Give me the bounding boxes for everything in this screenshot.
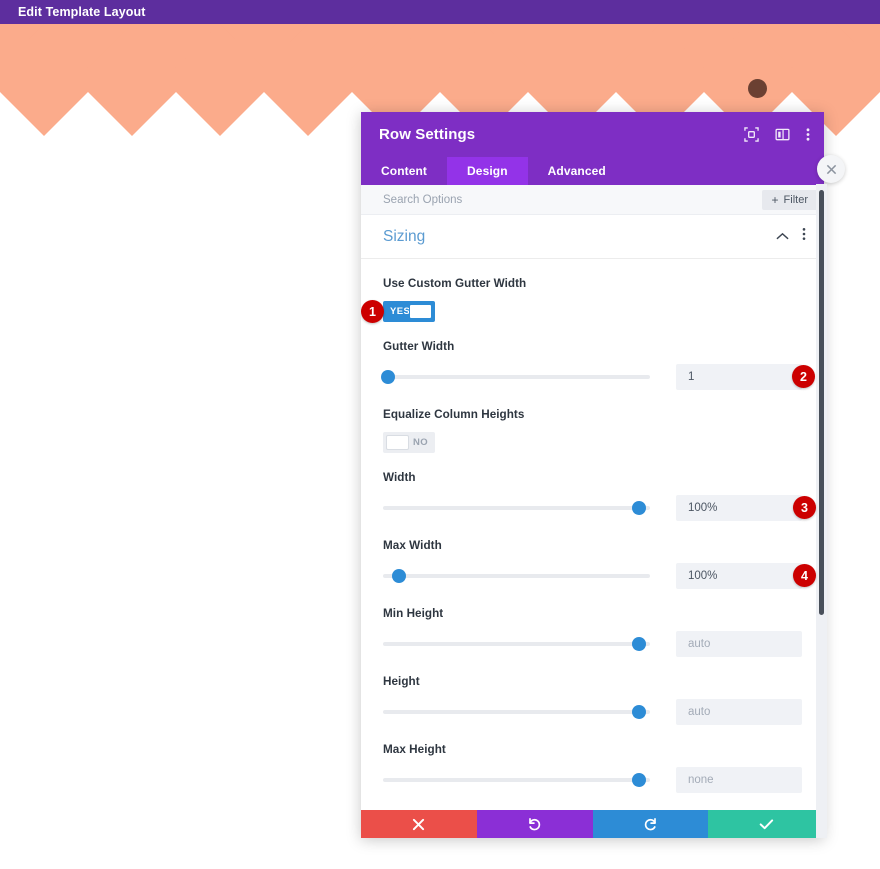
check-icon — [759, 818, 773, 829]
field-height: Height auto — [383, 675, 802, 725]
toggle-knob — [409, 304, 432, 319]
step-badge-4: 4 — [793, 564, 816, 587]
field-equalize-column-heights: Equalize Column Heights NO — [383, 408, 802, 453]
save-button[interactable] — [708, 810, 824, 838]
close-icon — [826, 164, 836, 174]
value-input-min-height[interactable]: auto — [676, 631, 802, 657]
admin-bar-title: Edit Template Layout — [18, 5, 146, 19]
screen: Edit Template Layout Row Settings Conten… — [0, 0, 880, 869]
admin-bar: Edit Template Layout — [0, 0, 880, 24]
step-badge-2: 2 — [792, 365, 815, 388]
toggle-label: YES — [390, 306, 411, 317]
slider-track — [383, 506, 650, 510]
slider-max-width[interactable] — [383, 567, 650, 585]
field-label: Gutter Width — [383, 340, 455, 353]
toggle-knob — [386, 435, 409, 450]
filter-button[interactable]: + Filter — [761, 189, 818, 210]
chevron-up-icon[interactable] — [776, 228, 789, 246]
step-badge-1: 1 — [361, 300, 384, 323]
field-width: Width 100% 3 — [383, 471, 816, 521]
search-bar: + Filter — [361, 185, 824, 215]
slider-handle[interactable] — [381, 370, 396, 384]
toggle-equalize-column-heights[interactable]: NO — [383, 432, 435, 453]
undo-button[interactable] — [476, 810, 593, 838]
slider-track — [383, 574, 650, 578]
value-input-width[interactable]: 100% — [676, 495, 802, 521]
undo-icon — [529, 817, 541, 830]
slider-handle[interactable] — [632, 637, 647, 651]
field-label: Use Custom Gutter Width — [383, 277, 527, 290]
slider-handle[interactable] — [632, 705, 647, 719]
redo-button[interactable] — [592, 810, 709, 838]
slider-handle[interactable] — [392, 569, 407, 583]
layout-view-icon[interactable] — [775, 127, 790, 142]
scrollbar-thumb[interactable] — [819, 190, 824, 615]
options-scroll-area[interactable]: Sizing Use Custom Gutter Width YES 1 Gut… — [361, 215, 824, 833]
tab-advanced[interactable]: Advanced — [528, 157, 626, 185]
toggle-label: NO — [413, 437, 429, 448]
filter-button-label: Filter — [783, 193, 808, 206]
modal-body: Sizing Use Custom Gutter Width YES 1 Gut… — [361, 215, 824, 833]
hero-dot-icon — [748, 79, 767, 98]
field-min-height: Min Height auto — [383, 607, 802, 657]
step-badge-3: 3 — [793, 496, 816, 519]
tab-design[interactable]: Design — [447, 157, 528, 185]
action-bar — [361, 810, 824, 838]
field-label: Height — [383, 675, 420, 688]
slider-track — [383, 375, 650, 379]
close-circle-icon[interactable] — [817, 155, 845, 183]
slider-max-height[interactable] — [383, 771, 650, 789]
sizing-fields: Use Custom Gutter Width YES 1 Gutter Wid… — [361, 259, 824, 814]
more-options-icon[interactable] — [806, 127, 810, 142]
slider-handle[interactable] — [632, 501, 647, 515]
section-header-sizing[interactable]: Sizing — [361, 215, 824, 259]
field-max-height: Max Height none — [383, 743, 802, 793]
modal-tabs: Content Design Advanced — [361, 157, 824, 185]
search-input[interactable] — [383, 193, 762, 206]
row-settings-modal: Row Settings Content Design Advanced Sea… — [361, 112, 824, 838]
plus-icon: + — [771, 192, 779, 207]
close-icon — [413, 818, 425, 830]
focus-icon[interactable] — [744, 127, 759, 142]
slider-track — [383, 710, 650, 714]
slider-min-height[interactable] — [383, 635, 650, 653]
section-title-sizing: Sizing — [383, 227, 426, 245]
field-gutter-width: Gutter Width 1 2 — [381, 340, 815, 390]
value-input-max-width[interactable]: 100% — [676, 563, 802, 589]
toggle-use-custom-gutter-width[interactable]: YES — [383, 301, 435, 322]
slider-height[interactable] — [383, 703, 650, 721]
slider-width[interactable] — [383, 499, 650, 517]
field-label: Equalize Column Heights — [383, 408, 525, 421]
field-label: Width — [383, 471, 416, 484]
section-options-icon[interactable] — [802, 227, 806, 246]
cancel-button[interactable] — [361, 810, 477, 838]
redo-icon — [644, 817, 656, 830]
slider-handle[interactable] — [632, 773, 647, 787]
value-input-gutter-width[interactable]: 1 — [676, 364, 802, 390]
field-label: Max Height — [383, 743, 446, 756]
modal-header: Row Settings — [361, 112, 824, 157]
value-input-max-height[interactable]: none — [676, 767, 802, 793]
slider-track — [383, 642, 650, 646]
field-use-custom-gutter-width: Use Custom Gutter Width YES 1 — [361, 277, 802, 323]
slider-gutter-width[interactable] — [381, 368, 650, 386]
field-max-width: Max Width 100% 4 — [383, 539, 816, 589]
field-label: Min Height — [383, 607, 444, 620]
modal-title: Row Settings — [379, 126, 476, 143]
slider-track — [383, 778, 650, 782]
tab-content[interactable]: Content — [361, 157, 447, 185]
value-input-height[interactable]: auto — [676, 699, 802, 725]
field-label: Max Width — [383, 539, 442, 552]
modal-header-icons — [744, 127, 810, 142]
